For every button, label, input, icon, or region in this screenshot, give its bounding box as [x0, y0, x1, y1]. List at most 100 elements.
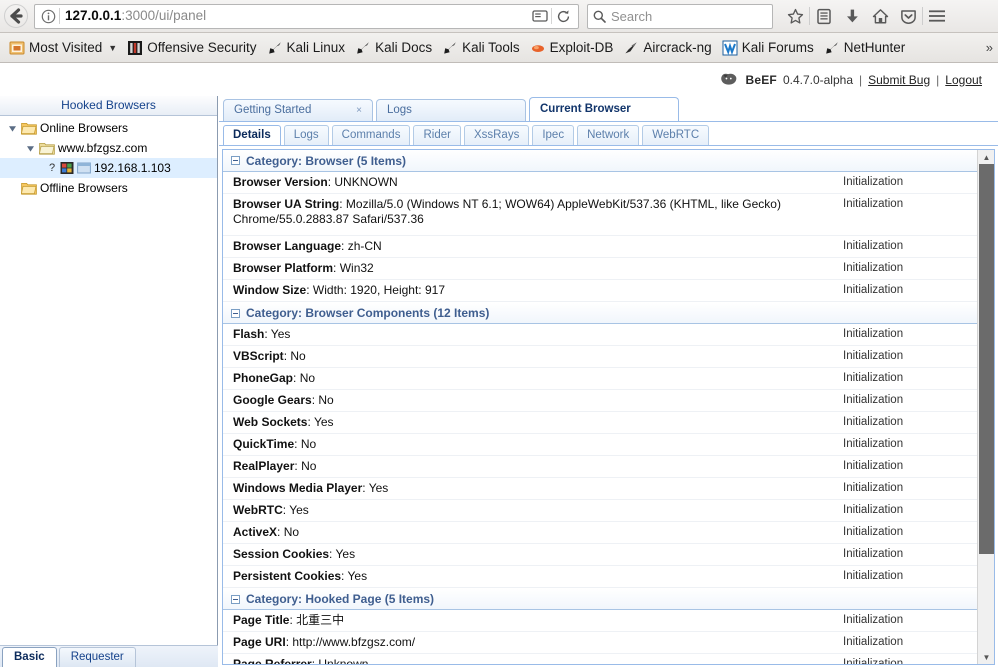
subtab-network[interactable]: Network: [577, 125, 640, 145]
reload-icon[interactable]: [552, 6, 574, 26]
row-content: Google Gears: No: [233, 393, 334, 407]
tree-node-www-bfzgsz-com[interactable]: www.bfzgsz.com: [0, 138, 217, 158]
row-content: Session Cookies: Yes: [233, 547, 356, 561]
row-status: Initialization: [843, 176, 904, 188]
tab-label: Logs: [387, 104, 412, 116]
subtab-ipec[interactable]: Ipec: [532, 125, 575, 145]
row-key: Flash: [233, 327, 265, 341]
kali-forums-icon: [722, 40, 738, 55]
row-key: Page URI: [233, 635, 286, 649]
address-text: 127.0.0.1:3000/ui/panel: [65, 8, 529, 24]
subtab-rider[interactable]: Rider: [413, 125, 461, 145]
row-content: ActiveX: No: [233, 525, 300, 539]
bookmark-most-visited[interactable]: Most Visited ▼: [4, 38, 122, 58]
expand-arrow-icon[interactable]: [7, 123, 18, 134]
hooked-browsers-title: Hooked Browsers: [0, 96, 217, 116]
tab-current-browser[interactable]: Current Browser: [529, 97, 679, 121]
scroll-up-icon[interactable]: ▲: [979, 150, 994, 164]
chevron-down-icon[interactable]: ▼: [108, 43, 117, 53]
scroll-down-icon[interactable]: ▼: [979, 650, 994, 664]
details-grid-viewport: Category: Browser (5 Items) Browser Vers…: [223, 150, 977, 664]
tab-logs[interactable]: Logs: [376, 99, 526, 121]
row-status: Initialization: [843, 284, 904, 296]
row-value: No: [283, 525, 300, 539]
row-status: Initialization: [843, 460, 904, 472]
category-header-browser-components[interactable]: Category: Browser Components (12 Items): [223, 302, 977, 324]
row-value: Yes: [289, 503, 309, 517]
library-icon[interactable]: [810, 2, 838, 30]
row-status: Initialization: [843, 636, 904, 648]
bookmark-nethunter[interactable]: NetHunter: [819, 38, 911, 58]
bookmark-label: Offensive Security: [147, 40, 257, 55]
scrollbar-thumb[interactable]: [979, 164, 994, 554]
category-header-hooked-page[interactable]: Category: Hooked Page (5 Items): [223, 588, 977, 610]
bookmark-kali-forums[interactable]: Kali Forums: [717, 38, 819, 58]
row-status: Initialization: [843, 438, 904, 450]
search-bar[interactable]: Search: [587, 3, 773, 29]
table-row: Browser Version: UNKNOWN Initialization: [223, 172, 977, 194]
row-key: Browser Platform: [233, 261, 334, 275]
downloads-icon[interactable]: [838, 2, 866, 30]
back-arrow-icon[interactable]: [1, 1, 31, 31]
row-key: ActiveX: [233, 525, 278, 539]
windows-host-icon: [60, 162, 74, 174]
table-row: VBScript: No Initialization: [223, 346, 977, 368]
row-value: UNKNOWN: [334, 175, 398, 189]
sidebar-tab-basic[interactable]: Basic: [2, 647, 57, 667]
row-content: Browser Language: zh-CN: [233, 239, 382, 253]
sidebar-tab-requester[interactable]: Requester: [58, 647, 136, 667]
row-content: PhoneGap: No: [233, 371, 316, 385]
row-key: PhoneGap: [233, 371, 294, 385]
row-key: Browser UA String: [233, 197, 340, 211]
header-separator: |: [936, 72, 940, 87]
collapse-icon[interactable]: [231, 156, 240, 165]
row-value: Win32: [339, 261, 374, 275]
pocket-shield-icon[interactable]: [894, 2, 922, 30]
category-header-browser[interactable]: Category: Browser (5 Items): [223, 150, 977, 172]
bookmark-aircrack-ng[interactable]: Aircrack-ng: [618, 38, 716, 58]
home-icon[interactable]: [866, 2, 894, 30]
tree-node-label: 192.168.1.103: [94, 161, 171, 175]
logout-link[interactable]: Logout: [945, 73, 982, 87]
row-status: Initialization: [843, 614, 904, 626]
info-circle-icon[interactable]: [39, 7, 57, 25]
table-row: Browser Platform: Win32 Initialization: [223, 258, 977, 280]
menu-hamburger-icon[interactable]: [923, 2, 951, 30]
tree-node-offline-browsers[interactable]: Offline Browsers: [0, 178, 217, 198]
subtab-webrtc[interactable]: WebRTC: [642, 125, 710, 145]
collapse-icon[interactable]: [231, 308, 240, 318]
row-key: Browser Version: [233, 175, 328, 189]
close-icon[interactable]: ×: [356, 100, 362, 121]
address-bar[interactable]: 127.0.0.1:3000/ui/panel: [34, 3, 579, 29]
sidebar-bottom-tabs: Basic Requester: [0, 645, 218, 667]
subtab-details[interactable]: Details: [223, 125, 281, 145]
row-value: No: [290, 349, 306, 363]
bookmark-kali-docs[interactable]: Kali Docs: [350, 38, 437, 58]
tree-node-192-168-1-103[interactable]: ? 192.168.1.103: [0, 158, 217, 178]
subtab-logs[interactable]: Logs: [283, 125, 329, 145]
folder-icon: [21, 183, 37, 195]
bookmark-exploit-db[interactable]: Exploit-DB: [525, 38, 619, 58]
row-value: Unknown: [318, 657, 369, 664]
bookmark-offensive-security[interactable]: Offensive Security: [122, 38, 261, 58]
navigation-toolbar: 127.0.0.1:3000/ui/panel Search: [0, 0, 998, 33]
search-placeholder: Search: [611, 8, 653, 24]
hooked-browsers-panel: Hooked Browsers Online Browsers www.bfzg…: [0, 96, 218, 667]
row-value: Yes: [347, 569, 368, 583]
submit-bug-link[interactable]: Submit Bug: [868, 73, 930, 87]
bookmark-kali-tools[interactable]: Kali Tools: [437, 38, 525, 58]
address-bar-icons: [529, 6, 574, 26]
reader-view-icon[interactable]: [529, 6, 551, 26]
row-key: Google Gears: [233, 393, 312, 407]
bookmarks-overflow-chevron-icon[interactable]: »: [986, 40, 998, 55]
collapse-icon[interactable]: [231, 594, 240, 604]
subtab-xssrays[interactable]: XssRays: [463, 125, 530, 145]
tree-node-online-browsers[interactable]: Online Browsers: [0, 118, 217, 138]
vertical-scrollbar[interactable]: ▲ ▼: [977, 150, 994, 664]
bookmark-kali-linux[interactable]: Kali Linux: [262, 38, 351, 58]
expand-arrow-icon[interactable]: [25, 143, 36, 154]
category-label: Category: Browser Components (12 Items): [246, 306, 490, 320]
subtab-commands[interactable]: Commands: [331, 125, 411, 145]
bookmark-star-icon[interactable]: [781, 2, 809, 30]
tab-getting-started[interactable]: Getting Started ×: [223, 99, 373, 121]
